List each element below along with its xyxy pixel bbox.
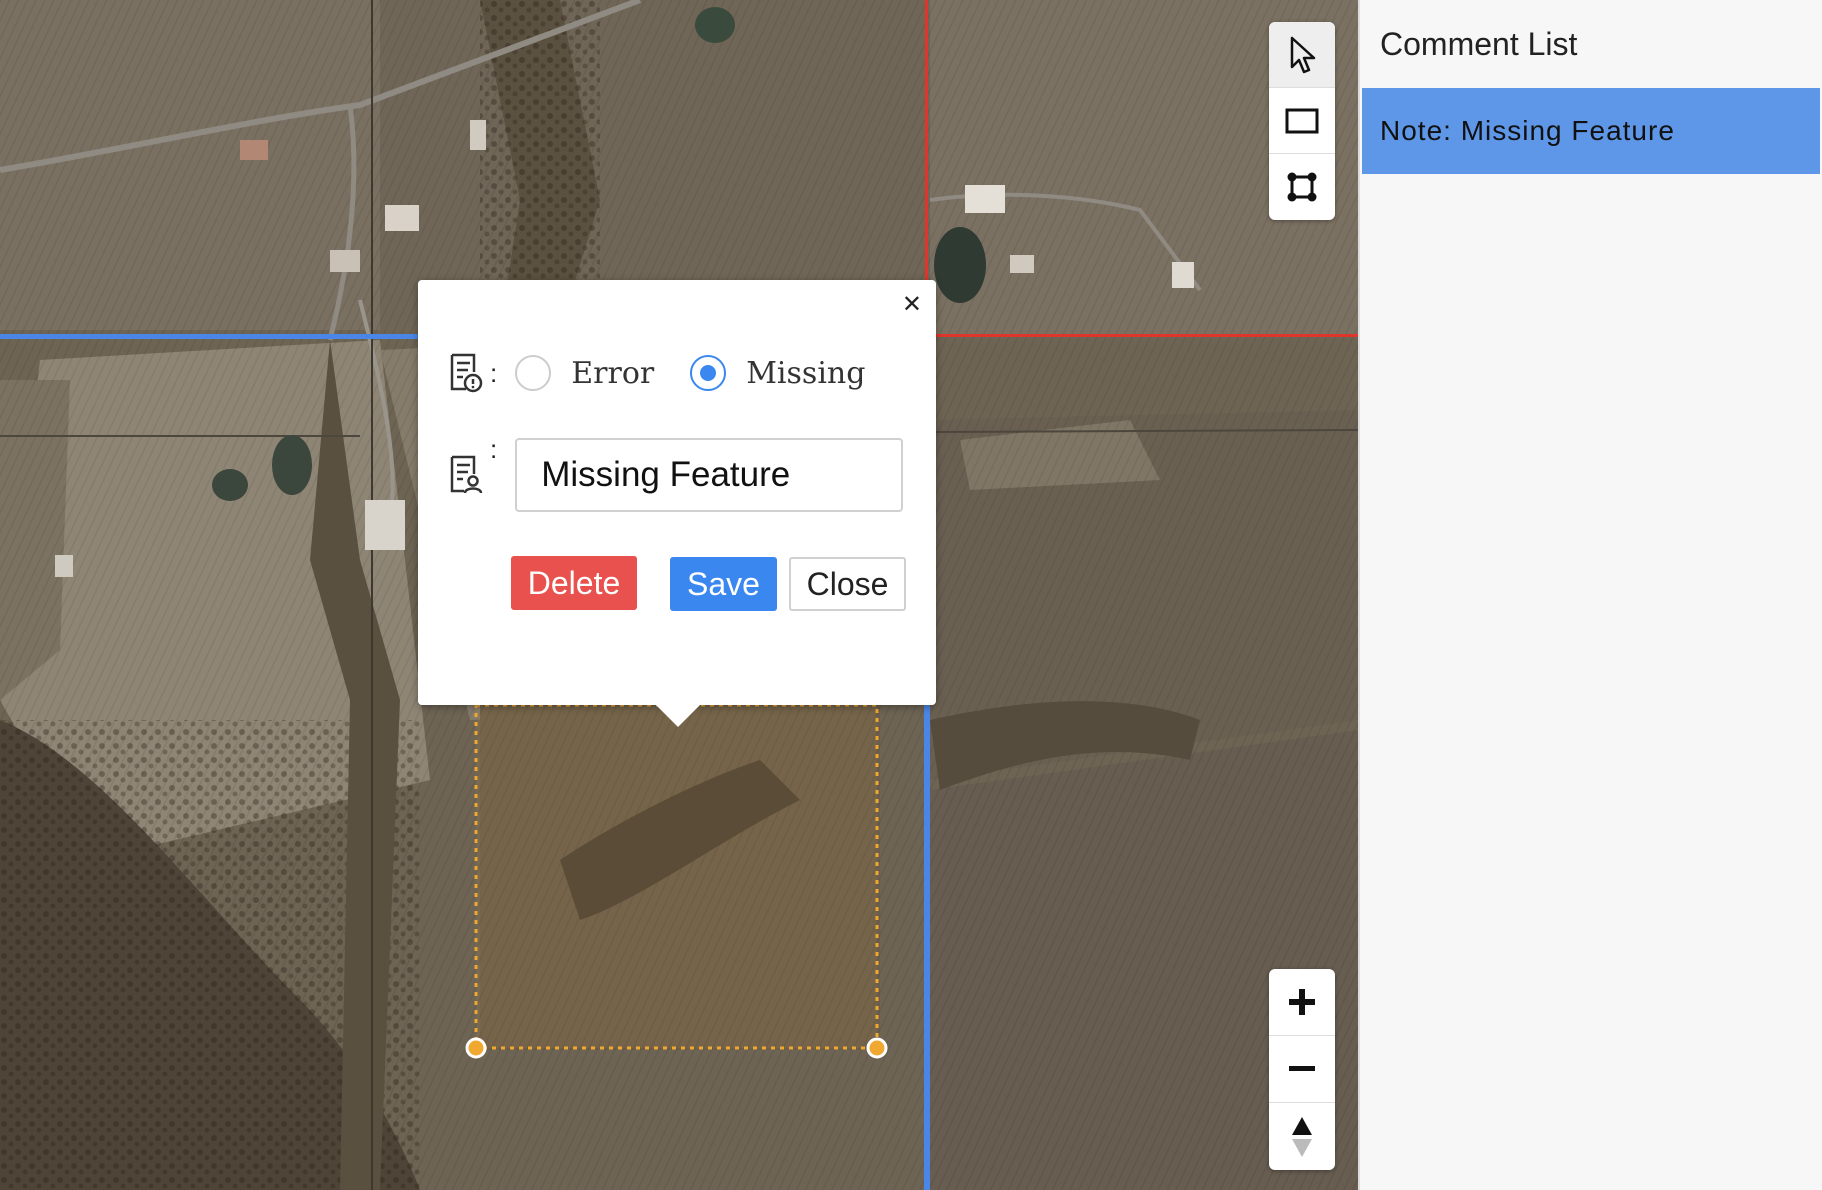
missing-radio-label[interactable]: Missing [746,356,865,391]
select-tool-button[interactable] [1269,22,1335,88]
grid-line-blue-horizontal [0,334,420,339]
type-row: : Error Missing [448,352,901,394]
error-radio[interactable] [515,355,552,391]
zoom-out-button[interactable] [1269,1036,1335,1103]
colon-label: : [490,357,498,388]
missing-radio[interactable] [690,355,727,391]
minus-icon [1289,1066,1315,1071]
popup-pointer [656,705,700,727]
close-icon[interactable]: ✕ [902,292,922,316]
colon-label: : [490,434,498,464]
plus-icon [1289,989,1315,1015]
polygon-vertices-icon [1287,172,1317,202]
annotation-popup: ✕ : Error Missing: Missing Feature Dele… [418,280,936,727]
grid-line-blue-vertical [924,705,930,1190]
reset-north-button[interactable] [1269,1103,1335,1170]
delete-button[interactable]: Delete [511,556,637,610]
zoom-in-button[interactable] [1269,969,1335,1036]
comment-list-item[interactable]: Note: Missing Feature [1362,88,1820,174]
error-radio-label[interactable]: Error [571,356,654,391]
document-alert-icon [450,353,483,393]
type-radio-group: Error Missing [515,355,901,391]
rectangle-tool-button[interactable] [1269,88,1335,154]
draw-toolbar [1269,22,1335,220]
comment-list-panel: Comment List Note: Missing Feature [1358,0,1822,1190]
zoom-controls [1269,969,1335,1170]
cursor-arrow-icon [1290,36,1316,73]
polygon-tool-button[interactable] [1269,154,1335,220]
note-text-input[interactable] [515,438,904,512]
note-row: : [448,434,904,512]
rectangle-icon [1285,108,1319,133]
compass-north-icon [1292,1116,1312,1157]
app-root: ✕ : Error Missing: Missing Feature Dele… [0,0,1822,1190]
grid-line-red-horizontal [925,334,1358,337]
document-user-icon [450,455,483,494]
save-button[interactable]: Save [670,557,777,611]
close-button[interactable]: Close [789,557,906,611]
panel-title: Comment List [1380,26,1578,62]
